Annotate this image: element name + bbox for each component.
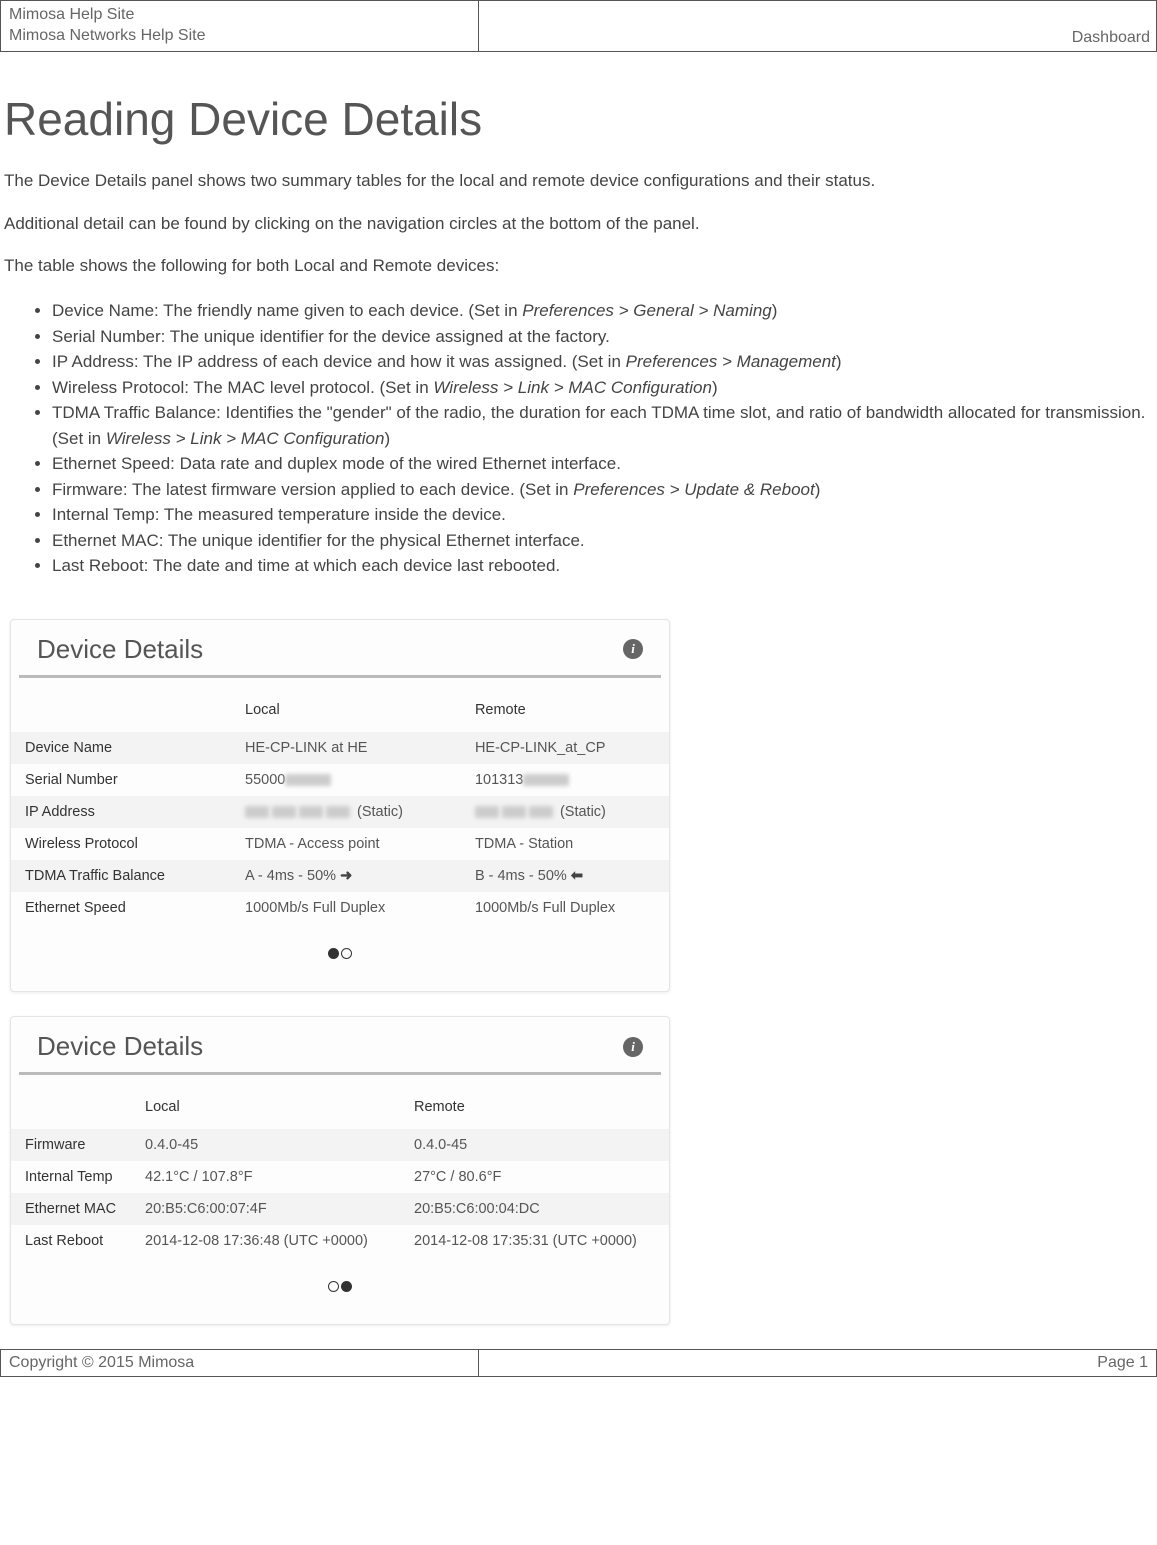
cell-remote: 27°C / 80.6°F — [400, 1161, 669, 1193]
page-title: Reading Device Details — [4, 92, 1153, 146]
list-item: Last Reboot: The date and time at which … — [52, 553, 1153, 579]
cell-remote: TDMA - Station — [461, 828, 669, 860]
row-label: Firmware — [11, 1129, 131, 1161]
row-label: IP Address — [11, 796, 231, 828]
row-label: Device Name — [11, 732, 231, 764]
col-remote: Remote — [461, 688, 669, 732]
list-item: Serial Number: The unique identifier for… — [52, 324, 1153, 350]
intro-p1: The Device Details panel shows two summa… — [4, 170, 1153, 193]
cell-local: A - 4ms - 50% ➜ — [231, 860, 461, 892]
cell-remote: 2014-12-08 17:35:31 (UTC +0000) — [400, 1225, 669, 1257]
table-row: IP Address (Static) (Static) — [11, 796, 669, 828]
pager-dot-1[interactable] — [328, 948, 339, 959]
table-row: Serial Number55000101313 — [11, 764, 669, 796]
row-label: Ethernet MAC — [11, 1193, 131, 1225]
pagination-dots[interactable] — [11, 942, 669, 963]
list-item: Wireless Protocol: The MAC level protoco… — [52, 375, 1153, 401]
list-item: IP Address: The IP address of each devic… — [52, 349, 1153, 375]
panel-title: Device Details — [37, 1031, 203, 1062]
col-blank — [11, 1085, 131, 1129]
cell-local: (Static) — [231, 796, 461, 828]
copyright: Copyright © 2015 Mimosa — [1, 1350, 479, 1376]
col-local: Local — [131, 1085, 400, 1129]
cell-local: 55000 — [231, 764, 461, 796]
col-blank — [11, 688, 231, 732]
table-row: Internal Temp42.1°C / 107.8°F27°C / 80.6… — [11, 1161, 669, 1193]
table-row: TDMA Traffic BalanceA - 4ms - 50% ➜B - 4… — [11, 860, 669, 892]
cell-remote: 101313 — [461, 764, 669, 796]
row-label: Serial Number — [11, 764, 231, 796]
table-row: Device NameHE-CP-LINK at HEHE-CP-LINK_at… — [11, 732, 669, 764]
cell-remote: 1000Mb/s Full Duplex — [461, 892, 669, 924]
field-list: Device Name: The friendly name given to … — [4, 298, 1153, 579]
col-local: Local — [231, 688, 461, 732]
row-label: Ethernet Speed — [11, 892, 231, 924]
info-icon[interactable]: i — [623, 1037, 643, 1057]
cell-local: 42.1°C / 107.8°F — [131, 1161, 400, 1193]
row-label: Internal Temp — [11, 1161, 131, 1193]
cell-remote: B - 4ms - 50% ⬅ — [461, 860, 669, 892]
cell-local: HE-CP-LINK at HE — [231, 732, 461, 764]
col-remote: Remote — [400, 1085, 669, 1129]
header-right: Dashboard — [479, 1, 1156, 51]
list-item: Ethernet Speed: Data rate and duplex mod… — [52, 451, 1153, 477]
cell-local: 0.4.0-45 — [131, 1129, 400, 1161]
row-label: Wireless Protocol — [11, 828, 231, 860]
list-item: Firmware: The latest firmware version ap… — [52, 477, 1153, 503]
list-item: Ethernet MAC: The unique identifier for … — [52, 528, 1153, 554]
info-icon[interactable]: i — [623, 639, 643, 659]
panel-title: Device Details — [37, 634, 203, 665]
device-details-panel-1: Device Details i Local Remote Device Nam… — [10, 619, 670, 992]
site-title-2: Mimosa Networks Help Site — [9, 26, 470, 47]
row-label: Last Reboot — [11, 1225, 131, 1257]
pagination-dots[interactable] — [11, 1275, 669, 1296]
breadcrumb: Dashboard — [1072, 29, 1150, 47]
cell-remote: 0.4.0-45 — [400, 1129, 669, 1161]
table-row: Ethernet Speed1000Mb/s Full Duplex1000Mb… — [11, 892, 669, 924]
cell-remote: (Static) — [461, 796, 669, 828]
intro-p2: Additional detail can be found by clicki… — [4, 213, 1153, 236]
table-row: Ethernet MAC20:B5:C6:00:07:4F20:B5:C6:00… — [11, 1193, 669, 1225]
device-details-panel-2: Device Details i Local Remote Firmware0.… — [10, 1016, 670, 1325]
header-left: Mimosa Help Site Mimosa Networks Help Si… — [1, 1, 479, 51]
main-content: Reading Device Details The Device Detail… — [0, 92, 1157, 1325]
list-item: Device Name: The friendly name given to … — [52, 298, 1153, 324]
table-row: Last Reboot2014-12-08 17:36:48 (UTC +000… — [11, 1225, 669, 1257]
cell-remote: 20:B5:C6:00:04:DC — [400, 1193, 669, 1225]
device-table-2: Local Remote Firmware0.4.0-450.4.0-45Int… — [11, 1085, 669, 1257]
page-footer: Copyright © 2015 Mimosa Page 1 — [0, 1349, 1157, 1377]
page-header: Mimosa Help Site Mimosa Networks Help Si… — [0, 0, 1157, 52]
cell-local: 2014-12-08 17:36:48 (UTC +0000) — [131, 1225, 400, 1257]
page-number: Page 1 — [479, 1350, 1156, 1376]
pager-dot-1[interactable] — [328, 1281, 339, 1292]
cell-local: 1000Mb/s Full Duplex — [231, 892, 461, 924]
site-title-1: Mimosa Help Site — [9, 5, 470, 26]
device-table-1: Local Remote Device NameHE-CP-LINK at HE… — [11, 688, 669, 924]
pager-dot-2[interactable] — [341, 948, 352, 959]
cell-remote: HE-CP-LINK_at_CP — [461, 732, 669, 764]
table-row: Firmware0.4.0-450.4.0-45 — [11, 1129, 669, 1161]
pager-dot-2[interactable] — [341, 1281, 352, 1292]
cell-local: 20:B5:C6:00:07:4F — [131, 1193, 400, 1225]
cell-local: TDMA - Access point — [231, 828, 461, 860]
table-row: Wireless ProtocolTDMA - Access pointTDMA… — [11, 828, 669, 860]
intro-p3: The table shows the following for both L… — [4, 255, 1153, 278]
row-label: TDMA Traffic Balance — [11, 860, 231, 892]
list-item: TDMA Traffic Balance: Identifies the "ge… — [52, 400, 1153, 451]
list-item: Internal Temp: The measured temperature … — [52, 502, 1153, 528]
